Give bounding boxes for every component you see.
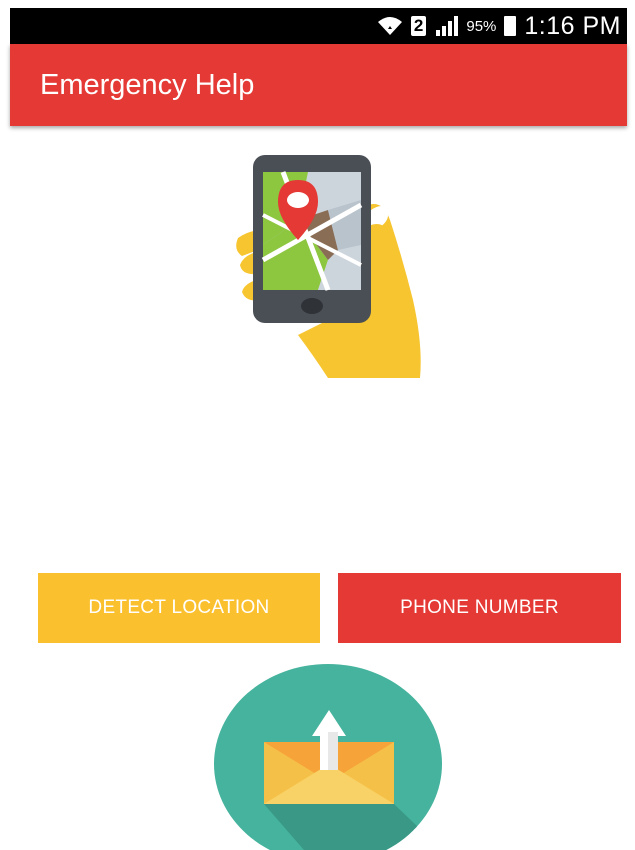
battery-icon xyxy=(504,16,517,36)
signal-icon xyxy=(436,16,459,36)
sim-slot-badge: 2 xyxy=(410,16,427,36)
app-title: Emergency Help xyxy=(40,69,255,101)
phone-number-button[interactable]: PHONE NUMBER xyxy=(338,573,621,643)
clock: 1:16 PM xyxy=(524,11,621,40)
app-bar: Emergency Help xyxy=(10,44,627,126)
send-mail-icon[interactable] xyxy=(214,664,442,850)
wifi-icon xyxy=(377,17,402,35)
detect-location-button[interactable]: DETECT LOCATION xyxy=(38,573,320,643)
phone-map-location-icon xyxy=(236,155,421,378)
status-bar: 2 95% 1:16 PM xyxy=(10,8,627,44)
battery-percent: 95% xyxy=(466,17,497,35)
